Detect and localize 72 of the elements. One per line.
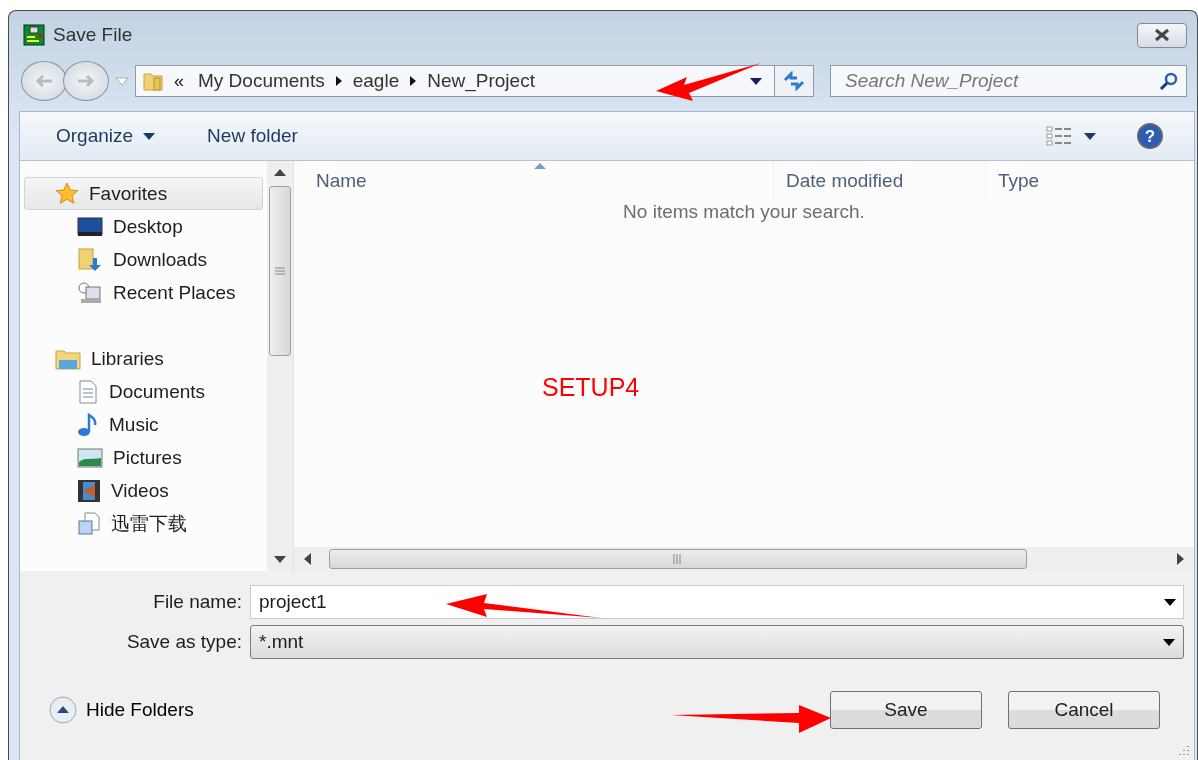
circuit-board-icon	[23, 24, 45, 46]
hide-folders-button[interactable]: Hide Folders	[20, 695, 194, 725]
sort-arrow-icon	[533, 163, 546, 169]
sidebar-item[interactable]: Music	[24, 408, 263, 441]
resize-grip-icon[interactable]	[1178, 744, 1190, 756]
sidebar-item[interactable]: Recent Places	[24, 276, 263, 309]
help-icon[interactable]: ?	[1136, 122, 1164, 150]
down-arrow-icon[interactable]	[274, 556, 286, 563]
toolbar-button[interactable]: New folder	[201, 121, 304, 151]
field-label: Save as type:	[125, 631, 243, 653]
sidebar-item[interactable]: Desktop	[24, 210, 263, 243]
sidebar-item[interactable]: Documents	[24, 375, 263, 408]
sidebar-item[interactable]: 迅雷下载	[24, 507, 263, 540]
breadcrumb-item[interactable]: eagle	[352, 70, 400, 92]
overflow-chevron[interactable]: «	[174, 70, 184, 92]
sidebar-item[interactable]: Favorites	[24, 177, 263, 210]
clock-window-icon	[77, 280, 103, 305]
close-icon	[1152, 28, 1172, 42]
vertical-scrollbar[interactable]	[267, 161, 293, 571]
breadcrumb-item[interactable]: My Documents	[198, 70, 325, 92]
grip-lines-icon	[275, 267, 285, 275]
music-note-icon	[77, 412, 99, 437]
folder-icon	[142, 70, 164, 92]
column-header[interactable]: Type	[986, 161, 1194, 201]
horizontal-scrollbar[interactable]	[294, 547, 1194, 571]
sidebar-item[interactable]: Downloads	[24, 243, 263, 276]
grip-lines-icon	[673, 554, 683, 564]
annotation-label: SETUP4	[542, 373, 640, 402]
triangle-separator-icon[interactable]	[409, 75, 418, 87]
monitor-icon	[77, 216, 103, 237]
film-strip-icon	[77, 478, 101, 503]
up-circle-icon	[48, 695, 78, 725]
landscape-picture-icon	[77, 447, 103, 468]
dropdown-caret-icon[interactable]	[1164, 599, 1176, 606]
scroll-thumb[interactable]	[269, 186, 291, 356]
star-icon	[55, 181, 79, 206]
up-arrow-icon[interactable]	[274, 169, 286, 176]
sidebar-item[interactable]: Pictures	[24, 441, 263, 474]
breadcrumb-item[interactable]: New_Project	[427, 70, 535, 92]
column-header[interactable]: Name	[294, 161, 774, 201]
column-header[interactable]: Date modified	[774, 161, 986, 201]
field-label: File name:	[152, 591, 243, 613]
search-field[interactable]: Search New_Project	[830, 65, 1187, 97]
back-arrow-icon	[34, 73, 54, 89]
dialog-button[interactable]: Cancel	[1008, 691, 1160, 729]
empty-message: No items match your search.	[622, 201, 866, 223]
left-arrow-icon[interactable]	[304, 553, 311, 565]
search-icon	[1159, 71, 1179, 91]
file-type-dropdown[interactable]: *.mnt	[250, 625, 1184, 659]
document-window-icon	[77, 511, 101, 536]
right-arrow-icon[interactable]	[1177, 553, 1184, 565]
dropdown-caret-icon[interactable]	[750, 77, 762, 85]
file-name-field[interactable]: project1	[250, 585, 1184, 619]
address-bar[interactable]: « My Documents eagle New_Project	[135, 65, 775, 97]
refresh-icon	[782, 71, 806, 91]
close-button[interactable]	[1137, 22, 1187, 48]
folder-download-icon	[77, 247, 103, 272]
document-icon	[77, 379, 99, 404]
dropdown-caret-icon	[1163, 638, 1175, 646]
triangle-separator-icon[interactable]	[334, 75, 343, 87]
sidebar-item[interactable]: Libraries	[24, 342, 263, 375]
caret-icon	[143, 132, 156, 140]
folder-icon	[55, 347, 81, 370]
caret-icon[interactable]	[1084, 132, 1096, 140]
scroll-thumb[interactable]	[329, 549, 1027, 569]
sidebar-item[interactable]: Videos	[24, 474, 263, 507]
forward-arrow-icon	[76, 73, 96, 89]
list-view-icon[interactable]	[1046, 126, 1072, 146]
toolbar-button[interactable]: Organize	[50, 121, 162, 151]
window-title: Save File	[53, 24, 133, 46]
dialog-button[interactable]: Save	[830, 691, 982, 729]
refresh-button[interactable]	[774, 65, 814, 97]
